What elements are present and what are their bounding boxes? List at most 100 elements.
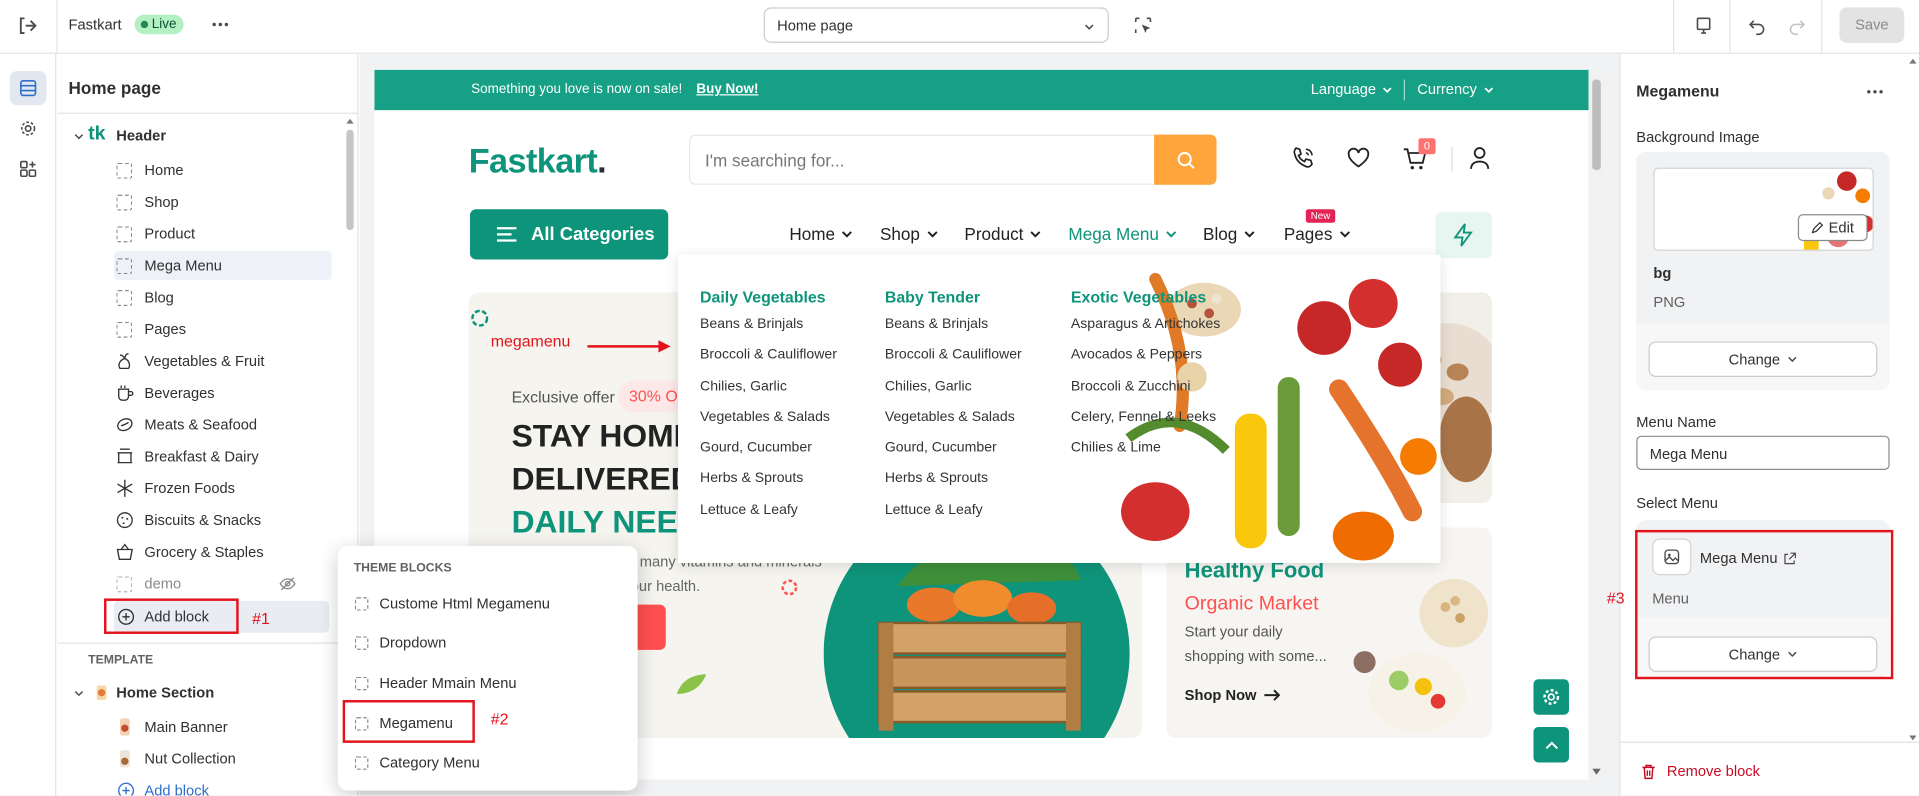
theme-settings-button[interactable]	[1533, 679, 1569, 715]
lightning-icon	[1453, 223, 1473, 247]
panel-scrollbar[interactable]	[1907, 54, 1919, 748]
nav-blog[interactable]: Blog	[1203, 224, 1256, 244]
popup-item-header-main-menu[interactable]: Header Mmain Menu	[354, 671, 517, 695]
vegetables-icon	[118, 353, 131, 370]
megamenu-link[interactable]: Vegetables & Salads	[885, 410, 1022, 441]
preview-scroll-thumb[interactable]	[1592, 79, 1601, 171]
edit-image-button[interactable]: Edit	[1797, 214, 1868, 242]
sidebar-item-blog[interactable]: Blog	[58, 283, 339, 312]
megamenu-link[interactable]: Asparagus & Artichokes	[1071, 317, 1220, 348]
status-dot-icon	[140, 20, 149, 29]
exit-icon[interactable]	[15, 13, 39, 37]
sidebar-item-pages[interactable]: Pages	[58, 315, 339, 344]
annotation-box-3	[1635, 529, 1894, 680]
megamenu-link[interactable]: Broccoli & Cauliflower	[885, 348, 1022, 379]
redo-icon[interactable]	[1787, 16, 1807, 36]
more-options-icon[interactable]	[1865, 83, 1885, 100]
sidebar-item-biscuits[interactable]: Biscuits & Snacks	[58, 505, 339, 534]
megamenu-link[interactable]: Beans & Brinjals	[700, 317, 837, 348]
scroll-up-icon[interactable]	[346, 117, 354, 124]
megamenu-link[interactable]: Avocados & Peppers	[1071, 348, 1220, 379]
settings-gear-icon[interactable]	[10, 111, 47, 145]
remove-block-button[interactable]: Remove block	[1641, 762, 1760, 780]
popup-item-custom-html-megamenu[interactable]: Custome Html Megamenu	[354, 591, 550, 615]
megamenu-link[interactable]: Gourd, Cucumber	[885, 441, 1022, 472]
section-thumbnail-icon	[96, 685, 107, 701]
sidebar-item-breakfast[interactable]: Breakfast & Dairy	[58, 442, 339, 471]
popup-item-dropdown[interactable]: Dropdown	[354, 630, 446, 654]
apps-icon[interactable]	[10, 152, 47, 186]
eye-hidden-icon[interactable]	[279, 575, 296, 592]
announcement-link[interactable]: Buy Now!	[696, 82, 758, 97]
scroll-down-icon[interactable]	[1592, 768, 1601, 776]
sidebar-item-header[interactable]: tk Header	[58, 121, 339, 150]
account-icon[interactable]	[1467, 146, 1491, 170]
popup-item-category-menu[interactable]: Category Menu	[354, 750, 480, 774]
save-button[interactable]: Save	[1839, 7, 1905, 43]
megamenu-column-title[interactable]: Baby Tender	[885, 288, 1022, 306]
sidebar-item-mega-menu[interactable]: Mega Menu	[113, 250, 332, 281]
add-block-button-2[interactable]: Add block	[58, 776, 339, 796]
sidebar-item-home[interactable]: Home	[58, 155, 339, 184]
megamenu-link[interactable]: Herbs & Sprouts	[885, 472, 1022, 503]
megamenu-column-title[interactable]: Exotic Vegetables	[1071, 288, 1220, 306]
nav-shop[interactable]: Shop	[880, 224, 938, 244]
megamenu-link[interactable]: Broccoli & Zucchini	[1071, 379, 1220, 410]
menu-name-input[interactable]: Mega Menu	[1636, 435, 1890, 470]
sections-icon[interactable]	[9, 70, 47, 106]
sidebar-item-vegetables[interactable]: Vegetables & Fruit	[58, 346, 339, 375]
megamenu-link[interactable]: Gourd, Cucumber	[700, 441, 837, 472]
sidebar-item-nut-collection[interactable]: Nut Collection	[58, 744, 339, 773]
shop-now-link[interactable]: Shop Now	[1185, 687, 1281, 704]
sidebar-scroll-thumb[interactable]	[346, 129, 354, 231]
megamenu-link[interactable]: Chilies, Garlic	[700, 379, 837, 410]
search-icon	[1176, 151, 1194, 169]
back-to-top-button[interactable]	[1533, 726, 1569, 763]
megamenu-link[interactable]: Vegetables & Salads	[700, 410, 837, 441]
nav-home[interactable]: Home	[789, 224, 853, 244]
bg-image-thumbnail[interactable]: Edit	[1653, 167, 1874, 251]
dashed-square-icon	[116, 290, 133, 306]
change-image-button[interactable]: Change	[1648, 341, 1878, 377]
desktop-view-icon[interactable]	[1694, 16, 1714, 36]
store-search[interactable]: I'm searching for...	[689, 134, 1217, 185]
nav-mega-menu[interactable]: Mega Menu	[1068, 224, 1177, 244]
inspector-icon[interactable]	[1133, 16, 1153, 36]
megamenu-link[interactable]: Chilies, Garlic	[885, 379, 1022, 410]
sidebar-item-product[interactable]: Product	[58, 219, 339, 248]
megamenu-link[interactable]: Herbs & Sprouts	[700, 472, 837, 503]
nav-pages[interactable]: Pages	[1284, 224, 1351, 244]
megamenu-link[interactable]: Celery, Fennel & Leeks	[1071, 410, 1220, 441]
sidebar-item-beverages[interactable]: Beverages	[58, 378, 339, 407]
search-input[interactable]: I'm searching for...	[705, 151, 844, 171]
megamenu-link[interactable]: Broccoli & Cauliflower	[700, 348, 837, 379]
deal-button[interactable]	[1435, 211, 1492, 259]
store-logo[interactable]: Fastkart.	[469, 142, 607, 181]
wishlist-heart-icon[interactable]	[1346, 147, 1370, 169]
sidebar-item-demo[interactable]: demo	[58, 569, 339, 598]
sidebar-item-main-banner[interactable]: Main Banner	[58, 712, 339, 741]
megamenu-link[interactable]: Chilies & Lime	[1071, 441, 1220, 472]
language-select[interactable]: Language	[1311, 81, 1393, 98]
nav-product[interactable]: Product	[964, 224, 1041, 244]
scroll-down-icon[interactable]	[1909, 734, 1917, 741]
sidebar-item-home-section[interactable]: Home Section	[58, 678, 339, 707]
cart-count-badge: 0	[1418, 138, 1436, 155]
currency-select[interactable]: Currency	[1417, 81, 1494, 98]
search-button[interactable]	[1154, 134, 1217, 185]
undo-icon[interactable]	[1748, 16, 1768, 36]
sidebar-item-shop[interactable]: Shop	[58, 187, 339, 216]
preview-scrollbar[interactable]	[1588, 69, 1604, 780]
megamenu-link[interactable]: Beans & Brinjals	[885, 317, 1022, 348]
all-categories-button[interactable]: All Categories	[469, 209, 669, 260]
megamenu-link[interactable]: Lettuce & Leafy	[885, 503, 1022, 534]
sidebar-item-meats[interactable]: Meats & Seafood	[58, 410, 339, 439]
megamenu-link[interactable]: Lettuce & Leafy	[700, 503, 837, 534]
page-select[interactable]: Home page	[763, 7, 1109, 43]
megamenu-column-title[interactable]: Daily Vegetables	[700, 288, 837, 306]
scroll-up-icon[interactable]	[1909, 58, 1917, 65]
more-actions-icon[interactable]	[211, 15, 231, 35]
phone-icon[interactable]	[1291, 146, 1315, 170]
sidebar-item-grocery[interactable]: Grocery & Staples	[58, 537, 339, 566]
sidebar-item-frozen[interactable]: Frozen Foods	[58, 474, 339, 503]
